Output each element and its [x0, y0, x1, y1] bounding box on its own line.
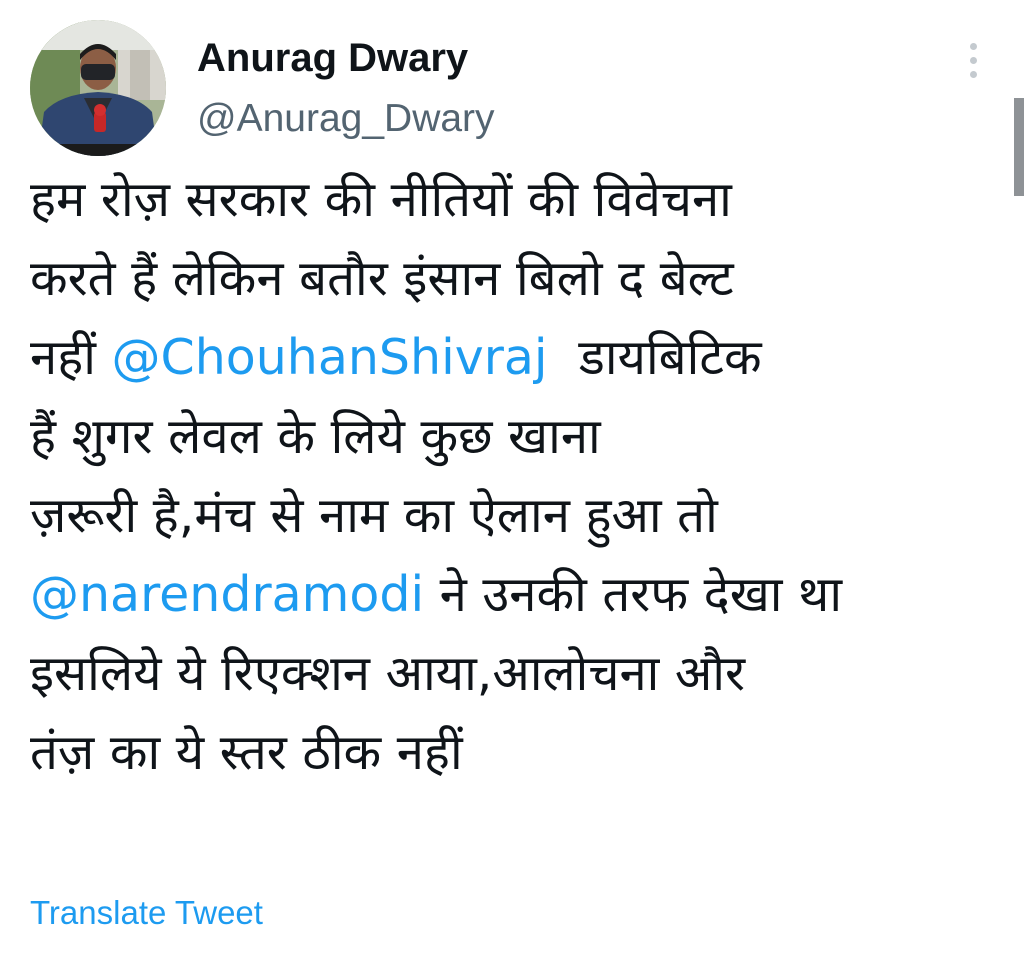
more-options-icon[interactable] — [958, 38, 988, 82]
avatar-photo — [30, 20, 166, 156]
tweet-line: ज़रूरी है,मंच से नाम का ऐलान हुआ तो — [30, 487, 718, 544]
more-dot — [970, 57, 977, 64]
avatar[interactable] — [30, 20, 166, 156]
tweet-line: तंज़ का ये स्तर ठीक नहीं — [30, 724, 463, 781]
tweet-line: नहीं @ChouhanShivraj डायबिटिक — [30, 318, 1005, 397]
tweet-view: Anurag Dwary @Anurag_Dwary हम रोज़ सरकार… — [0, 0, 1024, 976]
translate-tweet-link[interactable]: Translate Tweet — [30, 892, 263, 934]
more-dot — [970, 71, 977, 78]
line-text: ने उनकी तरफ देखा था — [424, 566, 843, 623]
line-text: डायबिटिक — [547, 329, 762, 386]
tweet-line: हम रोज़ सरकार की नीतियों की विवेचना — [30, 171, 732, 228]
tweet-line: @narendramodi ने उनकी तरफ देखा था — [30, 555, 1005, 634]
user-handle[interactable]: @Anurag_Dwary — [197, 97, 495, 141]
mention-link-chouhanshivraj[interactable]: @ChouhanShivraj — [111, 329, 547, 386]
tweet-line: करते हैं लेकिन बतौर इंसान बिलो द बेल्ट — [30, 250, 734, 307]
tweet-line: इसलिये ये रिएक्शन आया,आलोचना और — [30, 645, 746, 702]
more-dot — [970, 43, 977, 50]
line-text: नहीं — [30, 329, 112, 386]
tweet-text: हम रोज़ सरकार की नीतियों की विवेचना करते… — [30, 160, 1005, 792]
tweet-line: हैं शुगर लेवल के लिये कुछ खाना — [30, 408, 601, 465]
display-name[interactable]: Anurag Dwary — [197, 36, 468, 80]
scrollbar-thumb[interactable] — [1014, 98, 1024, 196]
mention-link-narendramodi[interactable]: @narendramodi — [30, 566, 424, 623]
